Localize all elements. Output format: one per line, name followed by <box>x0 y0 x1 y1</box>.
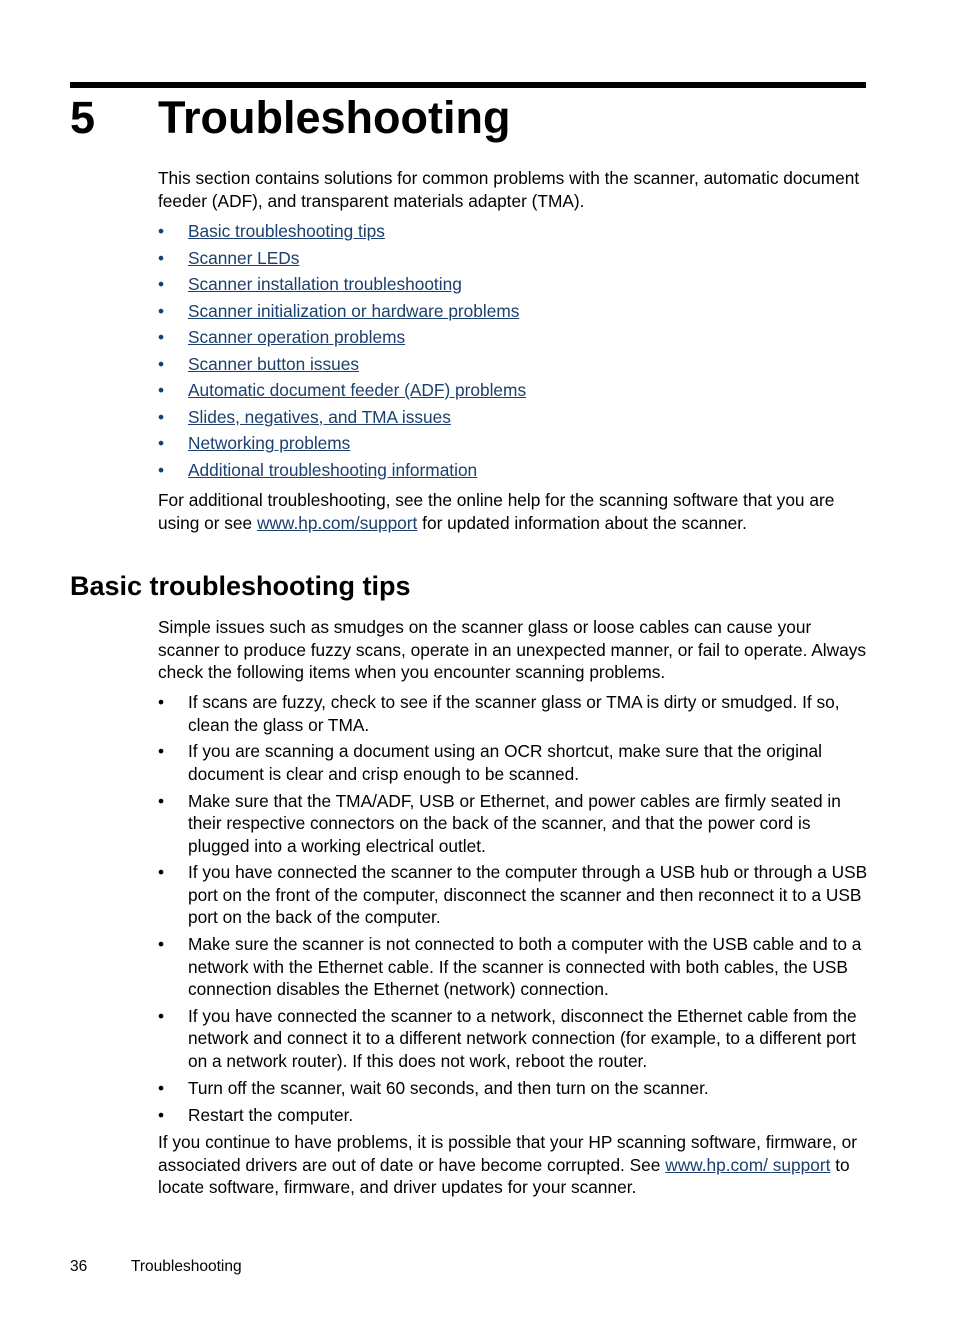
toc-item: • Basic troubleshooting tips <box>158 220 868 247</box>
toc-link-basic-troubleshooting-tips[interactable]: Basic troubleshooting tips <box>188 221 385 241</box>
tip-item: • Restart the computer. <box>158 1104 868 1127</box>
tip-item: • If scans are fuzzy, check to see if the… <box>158 691 868 736</box>
chapter-title-text: Troubleshooting <box>158 92 511 143</box>
bullet-icon: • <box>158 274 165 294</box>
tip-text: Turn off the scanner, wait 60 seconds, a… <box>188 1077 709 1098</box>
tips-block: • If scans are fuzzy, check to see if the… <box>158 691 868 1130</box>
bullet-icon: • <box>158 741 165 762</box>
toc-link-scanner-initialization[interactable]: Scanner initialization or hardware probl… <box>188 301 519 321</box>
bullet-icon: • <box>158 380 165 400</box>
bullet-icon: • <box>158 353 165 374</box>
tip-item: • If you have connected the scanner to th… <box>158 861 868 929</box>
hp-support-link[interactable]: www.hp.com/support <box>257 513 417 533</box>
bullet-icon: • <box>158 692 165 712</box>
tip-item: • If you are scanning a document using an… <box>158 740 868 785</box>
tip-text: If scans are fuzzy, check to see if the … <box>188 692 840 735</box>
section-title: Basic troubleshooting tips <box>70 571 411 601</box>
bullet-icon: • <box>158 1005 165 1026</box>
toc-link-networking[interactable]: Networking problems <box>188 433 350 453</box>
tip-item: • Turn off the scanner, wait 60 seconds, … <box>158 1077 868 1100</box>
tip-text: Make sure that the TMA/ADF, USB or Ether… <box>188 790 841 856</box>
tip-text: Restart the computer. <box>188 1104 354 1125</box>
footer-chapter-name: Troubleshooting <box>131 1258 242 1275</box>
bullet-icon: • <box>158 433 165 453</box>
bullet-icon: • <box>158 459 165 480</box>
bullet-icon: • <box>158 406 165 427</box>
toc-link-scanner-installation[interactable]: Scanner installation troubleshooting <box>188 274 462 294</box>
toc-link-adf-problems[interactable]: Automatic document feeder (ADF) problems <box>188 380 526 400</box>
bullet-icon: • <box>158 300 165 321</box>
chapter-intro: This section contains solutions for comm… <box>158 168 860 211</box>
section-intro: Simple issues such as smudges on the sca… <box>158 617 866 682</box>
toc-item: • Scanner button issues <box>158 353 868 380</box>
tip-text: If you are scanning a document using an … <box>188 741 822 784</box>
chapter-title: 5 Troubleshooting <box>70 90 510 146</box>
additional-troubleshooting-block: For additional troubleshooting, see the … <box>158 489 868 534</box>
toc-list: • Basic troubleshooting tips • Scanner LED… <box>158 220 868 485</box>
toc-item: • Additional troubleshooting information <box>158 459 868 486</box>
chapter-toc: • Basic troubleshooting tips • Scanner LED… <box>158 220 868 485</box>
tip-text: Make sure the scanner is not connected t… <box>188 934 862 1000</box>
tip-item: • Make sure that the TMA/ADF, USB or Ethe… <box>158 790 868 858</box>
bullet-icon: • <box>158 1077 165 1098</box>
bullet-icon: • <box>158 790 165 811</box>
toc-item: • Scanner operation problems <box>158 326 868 353</box>
tip-text: If you have connected the scanner to a n… <box>188 1005 857 1071</box>
toc-link-scanner-operation[interactable]: Scanner operation problems <box>188 327 405 347</box>
toc-item: • Scanner LEDs <box>158 247 868 274</box>
bullet-icon: • <box>158 862 165 883</box>
toc-item: • Networking problems <box>158 432 868 459</box>
bullet-icon: • <box>158 327 165 347</box>
text: for updated information about the scanne… <box>417 512 747 533</box>
chapter-rule <box>70 82 866 88</box>
toc-item: • Slides, negatives, and TMA issues <box>158 406 868 433</box>
bullet-icon: • <box>158 1104 165 1125</box>
chapter-intro-block: This section contains solutions for comm… <box>158 167 868 212</box>
toc-item: • Scanner installation troubleshooting <box>158 273 868 300</box>
toc-link-scanner-leds[interactable]: Scanner LEDs <box>188 248 299 268</box>
toc-item: • Automatic document feeder (ADF) problem… <box>158 379 868 406</box>
hp-support-link-2[interactable]: www.hp.com/ support <box>665 1155 830 1175</box>
toc-link-slides-negatives-tma[interactable]: Slides, negatives, and TMA issues <box>188 407 451 427</box>
bullet-icon: • <box>158 247 165 268</box>
tip-text: If you have connected the scanner to the… <box>188 862 868 928</box>
chapter-number: 5 <box>70 92 96 143</box>
section-intro-block: Simple issues such as smudges on the sca… <box>158 616 868 684</box>
bullet-icon: • <box>158 221 165 241</box>
toc-link-scanner-button[interactable]: Scanner button issues <box>188 354 359 374</box>
page-number: 36 <box>70 1258 88 1275</box>
toc-link-additional-info[interactable]: Additional troubleshooting information <box>188 460 477 480</box>
bullet-icon: • <box>158 934 165 955</box>
additional-troubleshooting-paragraph: For additional troubleshooting, see the … <box>158 489 868 534</box>
tip-item: • Make sure the scanner is not connected … <box>158 933 868 1001</box>
closing-paragraph: If you continue to have problems, it is … <box>158 1131 868 1199</box>
closing-block: If you continue to have problems, it is … <box>158 1131 868 1199</box>
tip-item: • If you have connected the scanner to a … <box>158 1005 868 1073</box>
toc-item: • Scanner initialization or hardware prob… <box>158 300 868 327</box>
tips-list: • If scans are fuzzy, check to see if the… <box>158 691 868 1126</box>
